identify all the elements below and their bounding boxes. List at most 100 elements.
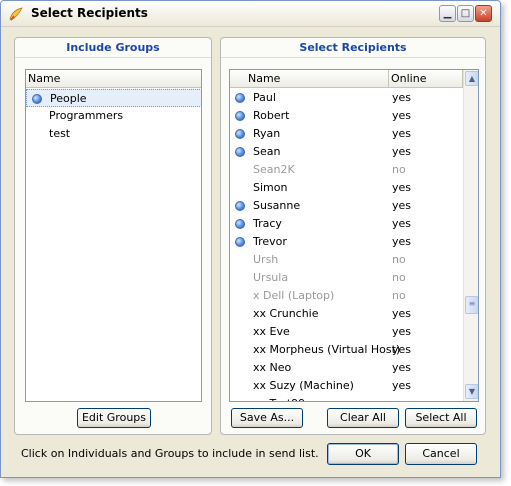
user-online-dot-icon [235,147,245,157]
ok-button[interactable]: OK [327,443,399,465]
recipient-online-status: yes [392,199,412,212]
recipient-row[interactable]: xx Crunchie yes [230,305,463,323]
recipient-online-status: yes [392,145,412,158]
groups-list[interactable]: Name People Programmers test [25,69,202,402]
save-as-label: Save As... [239,411,295,424]
recipients-scrollbar[interactable]: ▲ ≡ ▼ [463,70,478,401]
select-all-button[interactable]: Select All [405,408,477,428]
ok-label: OK [355,447,371,460]
recipient-name: xx Eve [253,325,290,338]
clear-all-label: Clear All [340,411,386,424]
recipient-name: xx Suzy (Machine) [253,379,354,392]
group-list-item[interactable]: People [26,89,201,107]
recipient-row[interactable]: xx Suzy (Machine) yes [230,377,463,395]
maximize-button[interactable]: □ [457,5,474,22]
recipient-online-status: yes [392,395,411,401]
recipient-row[interactable]: x Dell (Laptop) no [230,287,463,305]
recipient-row[interactable]: xx Morpheus (Virtual Host) yes [230,341,463,359]
recipient-online-status: no [392,253,406,266]
recipient-row[interactable]: Sean2K no [230,161,463,179]
save-as-button[interactable]: Save As... [231,408,303,428]
window-title: Select Recipients [31,6,148,20]
dialog-window: Select Recipients ▁ □ ✕ Include Groups N… [0,0,501,478]
recipient-row[interactable]: Ryan yes [230,125,463,143]
recipient-online-status: no [392,289,406,302]
recipient-name: Simon [253,181,288,194]
user-online-dot-icon [235,219,245,229]
group-label: People [50,92,87,105]
group-icon [32,94,42,104]
recipient-name: Susanne [253,199,301,212]
recipient-row[interactable]: Ursula no [230,269,463,287]
edit-groups-label: Edit Groups [81,411,147,424]
select-recipients-header: Select Recipients [221,38,485,58]
recipient-online-status: yes [392,343,412,356]
recipient-online-status: yes [392,181,412,194]
user-online-dot-icon [235,237,245,247]
user-online-dot-icon [235,93,245,103]
minimize-button[interactable]: ▁ [439,5,456,22]
cancel-button[interactable]: Cancel [405,443,477,465]
recipient-row[interactable]: xx Neo yes [230,359,463,377]
recipient-online-status: yes [392,379,412,392]
scroll-down-button[interactable]: ▼ [465,384,478,399]
user-online-dot-icon [235,201,245,211]
recipient-name: Tracy [253,217,282,230]
recipient-row[interactable]: Paul yes [230,89,463,107]
recipient-name: Sean [253,145,281,158]
recipients-list[interactable]: Name Online Paul yes Robert yes Ryan yes Sean y… [229,69,479,402]
recipient-name: Robert [253,109,290,122]
group-label: test [49,127,71,140]
scroll-thumb[interactable]: ≡ [465,296,478,314]
user-online-dot-icon [235,129,245,139]
recipient-row[interactable]: Trevor yes [230,233,463,251]
recipients-name-column-header[interactable]: Name [230,70,389,88]
include-groups-panel: Include Groups Name People Programmers tes… [14,37,212,435]
recipient-name: xx Crunchie [253,307,319,320]
recipient-row[interactable]: Ursh no [230,251,463,269]
recipient-online-status: yes [392,109,412,122]
recipient-online-status: yes [392,127,412,140]
recipient-name: Ursula [253,271,289,284]
recipient-name: Sean2K [253,163,295,176]
recipient-row[interactable]: xx Eve yes [230,323,463,341]
title-bar[interactable]: Select Recipients ▁ □ ✕ [1,1,500,27]
recipient-name: xx Test99 [253,395,305,401]
recipient-name: Ryan [253,127,281,140]
edit-groups-button[interactable]: Edit Groups [77,408,151,428]
recipient-online-status: yes [392,307,412,320]
recipients-online-column-header[interactable]: Online [389,70,463,88]
scroll-up-button[interactable]: ▲ [465,71,478,86]
recipient-row[interactable]: Tracy yes [230,215,463,233]
recipient-row[interactable]: Robert yes [230,107,463,125]
recipient-online-status: yes [392,217,412,230]
recipient-online-status: yes [392,325,412,338]
recipient-online-status: yes [392,361,412,374]
recipient-name: xx Neo [253,361,292,374]
groups-name-column-header[interactable]: Name [26,70,201,88]
recipient-row[interactable]: Simon yes [230,179,463,197]
recipient-online-status: no [392,163,406,176]
clear-all-button[interactable]: Clear All [327,408,399,428]
group-label: Programmers [49,109,124,122]
recipient-name: Trevor [253,235,287,248]
select-all-label: Select All [415,411,467,424]
recipient-online-status: yes [392,91,412,104]
recipient-row[interactable]: Susanne yes [230,197,463,215]
app-icon [9,7,23,21]
group-list-item[interactable]: Programmers [26,107,201,125]
select-recipients-panel: Select Recipients Name Online Paul yes Rob… [220,37,486,435]
group-list-item[interactable]: test [26,125,201,143]
close-button[interactable]: ✕ [475,5,492,22]
recipient-name: Paul [253,91,276,104]
include-groups-header: Include Groups [15,38,211,58]
recipient-name: Ursh [253,253,279,266]
user-online-dot-icon [235,111,245,121]
recipient-online-status: no [392,271,406,284]
recipient-name: xx Morpheus (Virtual Host) [253,343,401,356]
recipient-row[interactable]: Sean yes [230,143,463,161]
recipient-row[interactable]: xx Test99 yes [230,395,463,401]
recipient-online-status: yes [392,235,412,248]
cancel-label: Cancel [422,447,460,460]
status-hint-text: Click on Individuals and Groups to inclu… [21,447,319,460]
